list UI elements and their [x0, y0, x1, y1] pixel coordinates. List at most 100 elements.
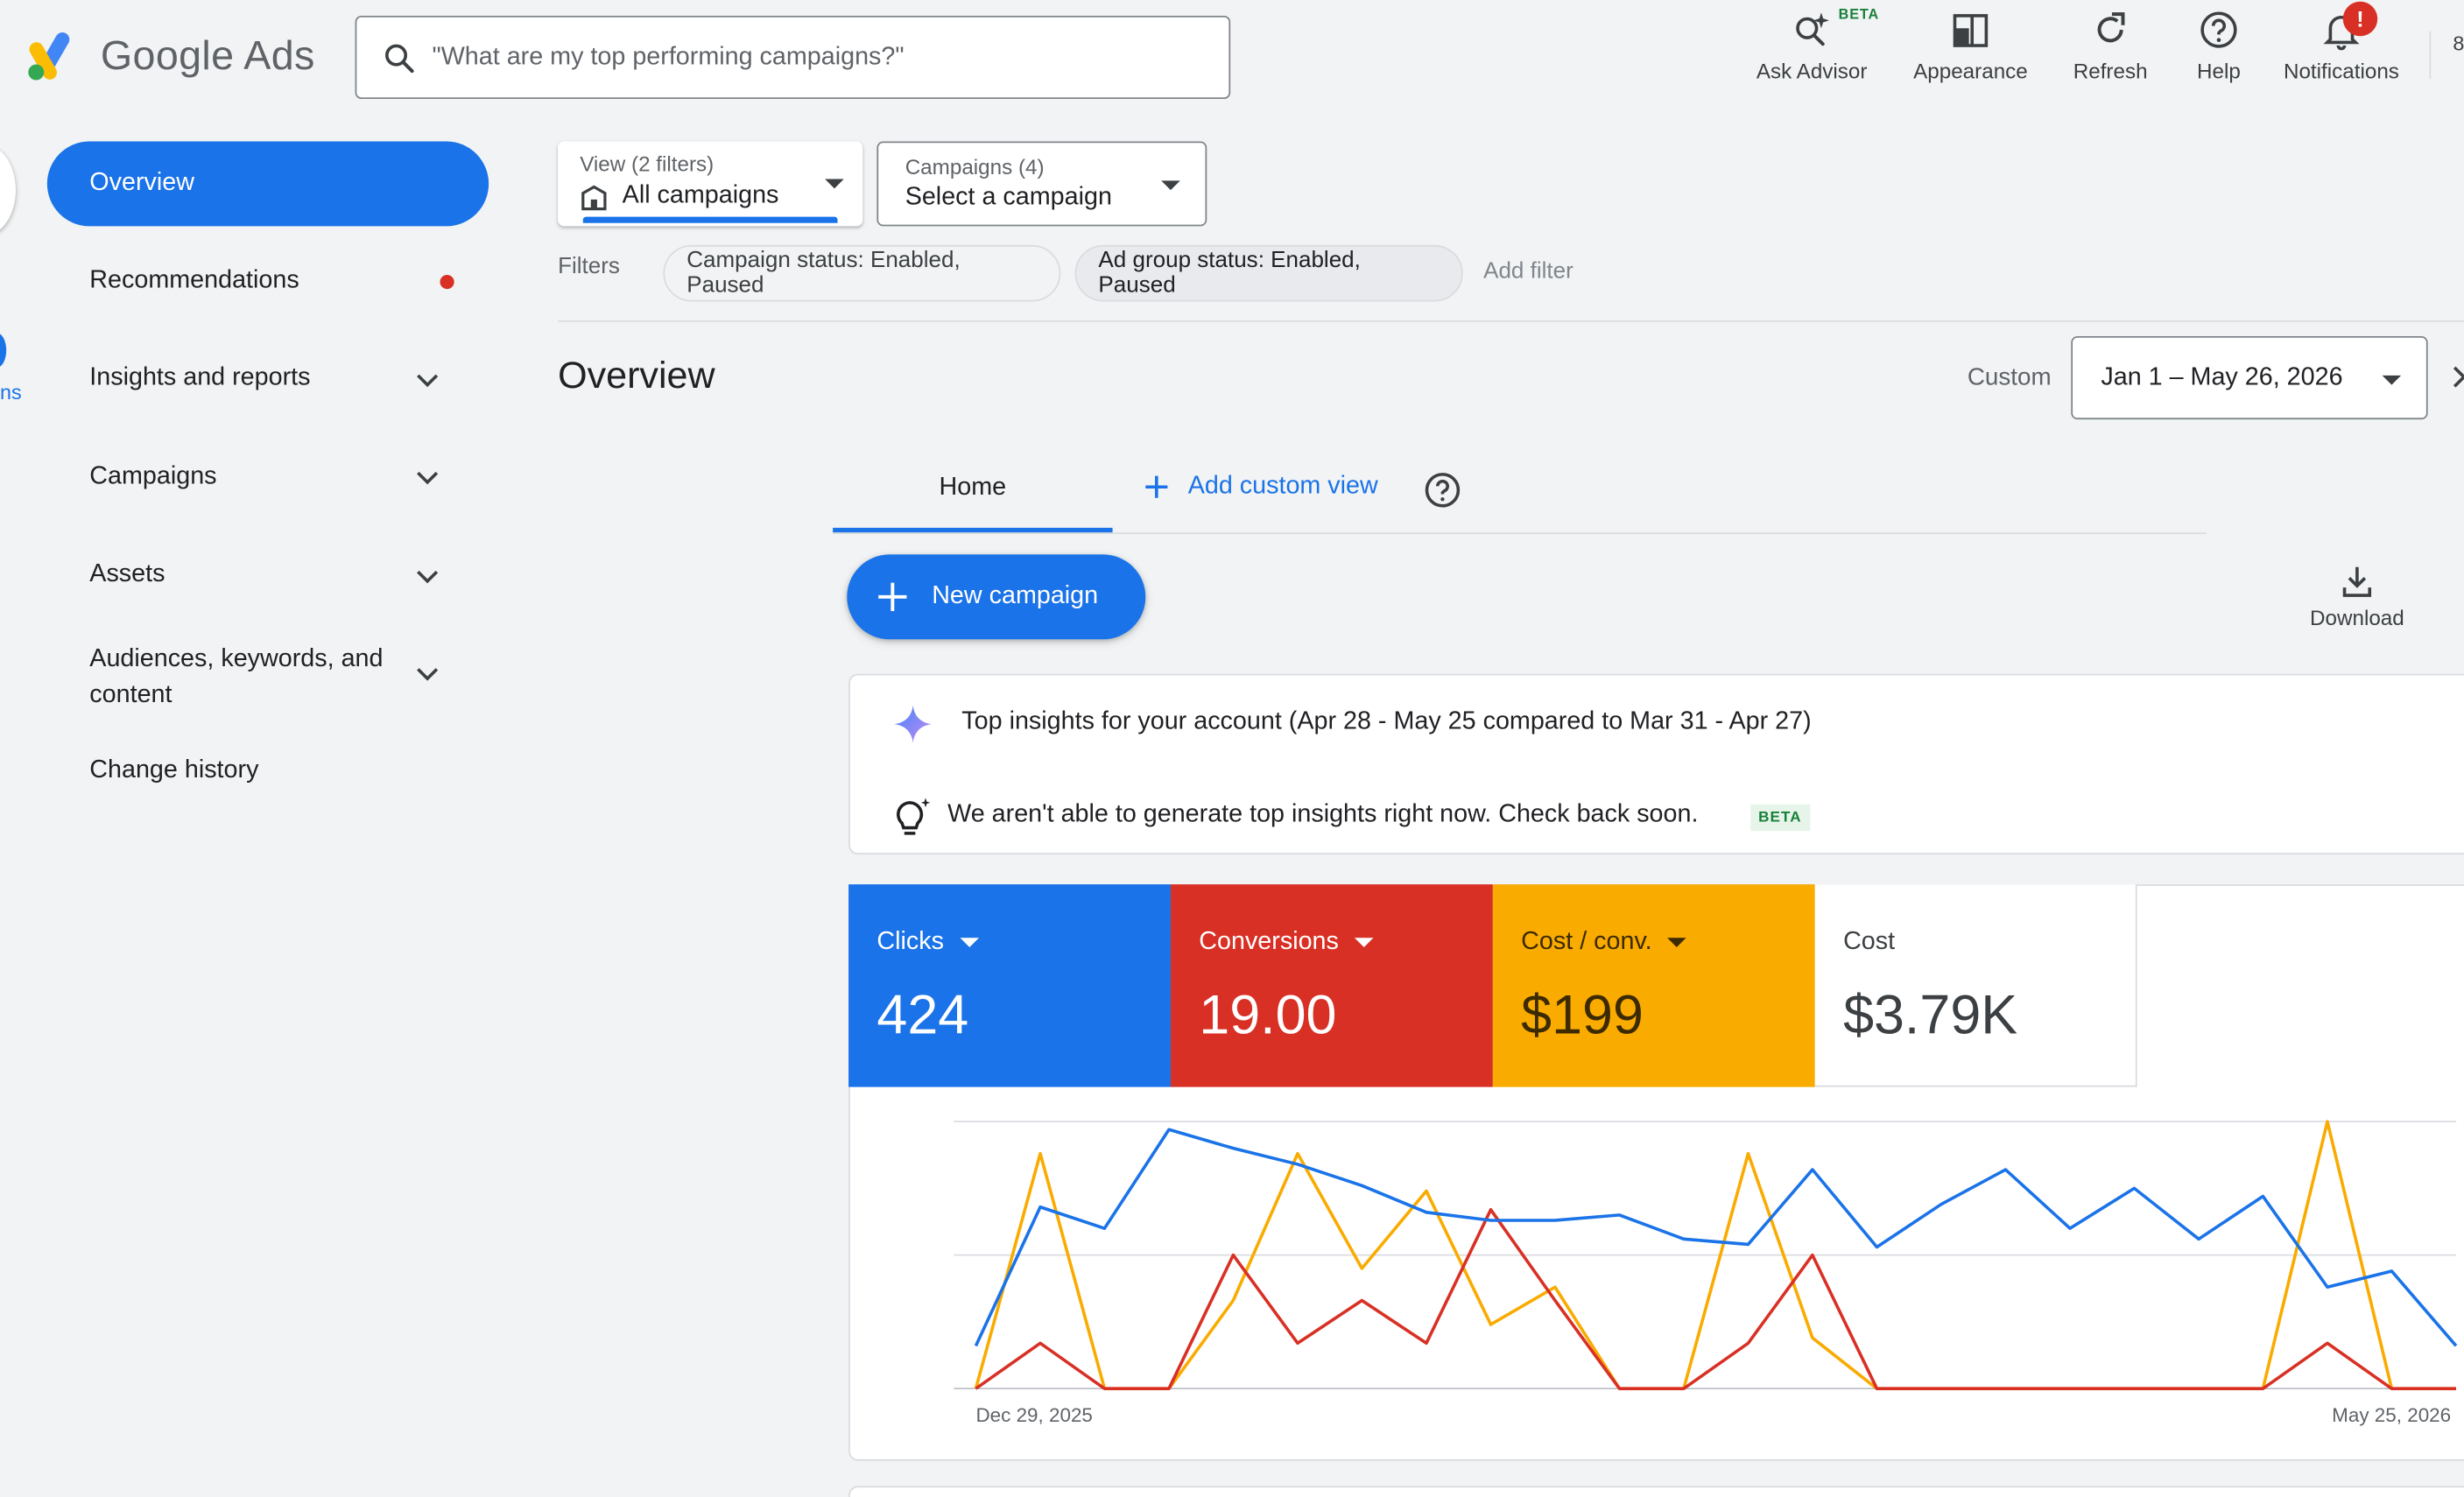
- notification-dot-icon: [440, 275, 454, 290]
- series-line-conversions: [975, 1207, 2456, 1390]
- sidebar-item-label: Recommendations: [89, 267, 299, 294]
- building-icon: [581, 185, 607, 211]
- chevron-down-icon[interactable]: [412, 364, 443, 396]
- sidebar-item-label: Overview: [89, 169, 194, 197]
- sidebar-item-recommendations[interactable]: Recommendations: [89, 267, 299, 295]
- filters-label: Filters: [558, 254, 620, 280]
- download-icon: [2342, 566, 2372, 597]
- tab-home[interactable]: Home: [833, 459, 1112, 534]
- filter-chip-ad-group-status[interactable]: Ad group status: Enabled, Paused: [1074, 244, 1463, 302]
- account-edge-text: 8: [2453, 31, 2464, 55]
- sparkle-search-icon: [1796, 12, 1829, 46]
- sidebar-item-label-line2: content: [89, 681, 172, 709]
- metric-value: 19.00: [1199, 985, 1337, 1047]
- download-button[interactable]: Download: [2294, 562, 2420, 630]
- header-divider: [2429, 31, 2432, 79]
- appearance-button[interactable]: Appearance: [1904, 10, 2037, 91]
- google-ads-logo: [28, 32, 70, 81]
- metric-label: Cost / conv.: [1521, 928, 1652, 955]
- lightbulb-icon: [897, 798, 931, 835]
- view-selector-label: View (2 filters): [580, 152, 715, 176]
- help-icon: [2200, 11, 2237, 48]
- chevron-down-icon[interactable]: [412, 658, 443, 690]
- ask-advisor-beta-tag: BETA: [1838, 6, 1880, 23]
- x-axis-end-label: May 25, 2026: [2332, 1404, 2452, 1427]
- chevron-down-icon[interactable]: [412, 462, 443, 494]
- caret-down-icon: [2382, 375, 2402, 385]
- partial-nav-label: ns: [0, 380, 22, 404]
- sidebar-item-label: Campaigns: [89, 463, 217, 490]
- insights-title: Top insights for your account (Apr 28 - …: [961, 708, 1812, 735]
- view-selector-underline: [582, 216, 838, 223]
- view-selector[interactable]: View (2 filters) All campaigns: [558, 141, 863, 227]
- plus-icon: [1145, 475, 1168, 498]
- sidebar-item-label: Assets: [89, 560, 165, 588]
- metric-cost-per-conv[interactable]: Cost / conv. $199: [1492, 884, 1815, 1087]
- campaigns-selector[interactable]: Campaigns (4) Select a campaign: [876, 141, 1207, 227]
- notifications-label: Notifications: [2283, 60, 2399, 84]
- metric-clicks[interactable]: Clicks 424: [848, 884, 1171, 1087]
- metric-value: $199: [1521, 985, 1644, 1047]
- caret-down-icon: [825, 179, 844, 189]
- add-custom-view-label: Add custom view: [1187, 473, 1378, 500]
- search-placeholder: "What are my top performing campaigns?": [432, 43, 905, 70]
- appearance-icon: [1953, 14, 1989, 47]
- date-range-type: Custom: [1967, 364, 2052, 391]
- next-card: [848, 1486, 2464, 1497]
- filter-chip-label: Ad group status: Enabled, Paused: [1098, 248, 1361, 299]
- filter-chip-label: Campaign status: Enabled, Paused: [686, 248, 961, 299]
- appearance-label: Appearance: [1913, 60, 2028, 84]
- notifications-button[interactable]: Notifications: [2272, 10, 2411, 91]
- help-icon[interactable]: [1424, 471, 1461, 509]
- new-campaign-button[interactable]: New campaign: [847, 554, 1146, 640]
- campaigns-selector-label: Campaigns (4): [905, 155, 1045, 179]
- sidebar-item-label: Change history: [89, 756, 259, 784]
- page-title: Overview: [558, 355, 715, 397]
- add-custom-view-button[interactable]: Add custom view: [1141, 471, 1378, 503]
- date-range-picker[interactable]: Jan 1 – May 26, 2026: [2071, 335, 2428, 420]
- filter-chip-campaign-status[interactable]: Campaign status: Enabled, Paused: [663, 244, 1061, 302]
- sidebar-item-label: Audiences, keywords, and: [89, 645, 384, 672]
- caret-down-icon: [959, 938, 979, 947]
- plus-icon: [878, 582, 907, 611]
- refresh-label: Refresh: [2073, 60, 2148, 84]
- refresh-button[interactable]: Refresh: [2062, 10, 2159, 91]
- sidebar-item-campaigns[interactable]: Campaigns: [89, 463, 216, 491]
- tab-home-label: Home: [939, 474, 1007, 502]
- search-icon: [385, 43, 414, 73]
- sidebar-item-insights[interactable]: Insights and reports: [89, 364, 310, 392]
- performance-line-chart: [954, 1120, 2458, 1390]
- brand-name: Google Ads: [100, 31, 315, 79]
- sidebar-item-overview[interactable]: Overview: [46, 141, 489, 227]
- search-input[interactable]: "What are my top performing campaigns?": [355, 15, 1231, 100]
- caret-down-icon: [1161, 180, 1180, 191]
- x-axis-start-label: Dec 29, 2025: [975, 1404, 1093, 1427]
- collapsed-nav-button[interactable]: [0, 144, 16, 236]
- tabs-divider: [833, 532, 2207, 535]
- caret-down-icon: [1667, 938, 1687, 947]
- nav-indicator-icon: [0, 333, 7, 368]
- sidebar-item-assets[interactable]: Assets: [89, 561, 165, 589]
- view-selector-value: All campaigns: [622, 182, 779, 209]
- insights-message: We aren't able to generate top insights …: [947, 801, 1699, 828]
- series-line-clicks: [974, 1128, 2458, 1347]
- chevron-down-icon[interactable]: [412, 561, 443, 593]
- refresh-icon: [2097, 12, 2125, 43]
- help-button[interactable]: Help: [2184, 10, 2253, 91]
- download-label: Download: [2310, 606, 2404, 630]
- metric-value: $3.79K: [1843, 985, 2018, 1047]
- ask-advisor-label: Ask Advisor: [1756, 60, 1868, 84]
- metric-value: 424: [876, 985, 969, 1047]
- new-campaign-label: New campaign: [932, 582, 1099, 610]
- sidebar-item-audiences[interactable]: Audiences, keywords, and content: [89, 641, 383, 713]
- add-filter-link[interactable]: Add filter: [1483, 259, 1573, 285]
- metric-conversions[interactable]: Conversions 19.00: [1170, 884, 1493, 1087]
- metric-cost[interactable]: Cost $3.79K: [1814, 884, 2137, 1087]
- chevron-right-icon[interactable]: [2452, 364, 2464, 390]
- sidebar-item-change-history[interactable]: Change history: [89, 757, 258, 785]
- help-label: Help: [2197, 60, 2241, 84]
- date-range-value: Jan 1 – May 26, 2026: [2101, 363, 2343, 390]
- caret-down-icon: [1354, 938, 1374, 947]
- campaigns-selector-value: Select a campaign: [905, 183, 1112, 211]
- sidebar-item-label: Insights and reports: [89, 364, 311, 391]
